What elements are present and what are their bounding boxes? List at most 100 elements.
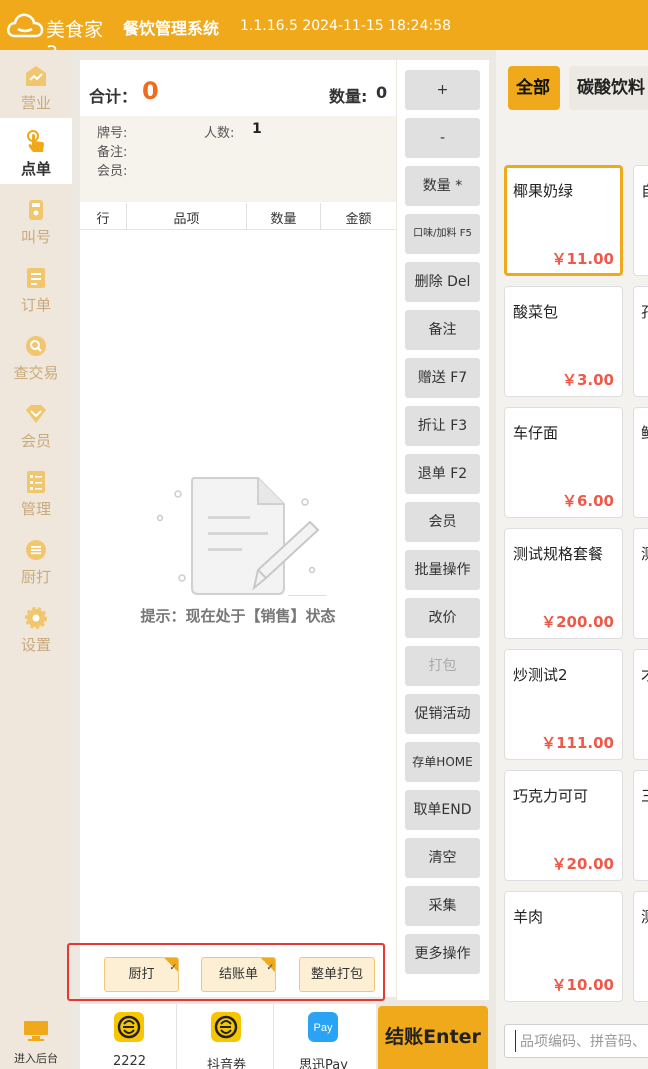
product-name: 鲜	[641, 422, 648, 443]
clear-button[interactable]: 清空	[405, 838, 480, 878]
payment-label: 2222	[112, 1054, 147, 1069]
product-search-input[interactable]	[515, 1030, 648, 1052]
payment-method-2222[interactable]: 2222	[82, 1004, 177, 1069]
sidebar-item-order[interactable]: 点单	[0, 118, 72, 184]
note-button[interactable]: 备注	[405, 310, 480, 350]
product-price: ￥111.00	[541, 734, 614, 752]
product-card[interactable]: 酸菜包 ￥3.00	[504, 286, 623, 397]
product-name: 酸菜包	[513, 303, 559, 321]
kitchen-print-icon	[26, 540, 46, 560]
product-name: 测试规格套餐	[513, 545, 604, 563]
product-price: ￥3.00	[561, 371, 614, 389]
product-card-partial[interactable]: 三	[633, 770, 648, 881]
product-card-partial[interactable]: 才	[633, 649, 648, 760]
shop-icon	[26, 66, 46, 86]
svg-text:Pay: Pay	[314, 1022, 333, 1034]
product-card-partial[interactable]: 孖	[633, 286, 648, 397]
sidebar-item-label: 点单	[20, 160, 51, 178]
gift-button[interactable]: 赠送 F7	[405, 358, 480, 398]
flavor-addon-button[interactable]: 口味/加料 F5	[405, 214, 480, 254]
receipt-print-toggle[interactable]: 结账单 ✓	[201, 957, 276, 992]
product-name: 车仔面	[513, 424, 559, 442]
product-search-box	[504, 1024, 648, 1058]
column-header-item: 品项	[173, 212, 200, 227]
sidebar-item-label: 营业	[20, 94, 51, 112]
delete-button[interactable]: 删除 Del	[405, 262, 480, 302]
category-tab-carbonated-drinks[interactable]: 碳酸饮料	[569, 66, 648, 110]
e-coupon-icon	[211, 1012, 241, 1042]
product-name: 测	[641, 543, 648, 564]
cloud-logo-icon	[7, 13, 44, 38]
whole-order-pack-toggle[interactable]: 整单打包	[299, 957, 375, 992]
enter-backend-button[interactable]: 进入后台	[0, 1016, 72, 1066]
sidebar-item-settings[interactable]: 设置	[0, 594, 72, 660]
sidebar-item-business[interactable]: 营业	[0, 52, 72, 118]
kitchen-print-label: 厨打	[128, 967, 155, 982]
change-price-button[interactable]: 改价	[405, 598, 480, 638]
payment-method-sixun-pay[interactable]: Pay 思迅Pay	[276, 1004, 371, 1069]
sidebar-item-call-number[interactable]: 叫号	[0, 186, 72, 252]
product-card-partial[interactable]: 测	[633, 891, 648, 1002]
sidebar-item-kitchen-print[interactable]: 厨打	[0, 526, 72, 592]
product-name: 孖	[641, 301, 648, 322]
order-summary: 合计： 0 数量: 0	[80, 60, 396, 116]
batch-operation-button[interactable]: 批量操作	[405, 550, 480, 590]
member-label: 会员:	[97, 164, 128, 179]
sidebar-item-label: 叫号	[20, 228, 51, 246]
sidebar-item-label: 管理	[20, 500, 51, 518]
search-transaction-icon	[26, 336, 46, 356]
receipt-print-label: 结账单	[218, 967, 258, 982]
whole-order-pack-label: 整单打包	[310, 967, 363, 982]
quantity-button[interactable]: 数量 *	[405, 166, 480, 206]
column-header-row: 行	[96, 212, 110, 227]
member-button[interactable]: 会员	[405, 502, 480, 542]
order-info: 牌号: 人数: 1 备注: 会员:	[80, 116, 396, 202]
collect-button[interactable]: 采集	[405, 886, 480, 926]
people-value[interactable]: 1	[252, 121, 262, 137]
order-list-icon	[27, 268, 45, 288]
product-card-partial[interactable]: 自	[633, 165, 648, 276]
total-value: 0	[142, 77, 159, 105]
quantity-value: 0	[376, 83, 388, 102]
checkout-button[interactable]: 结账Enter	[378, 1006, 488, 1069]
kitchen-print-toggle[interactable]: 厨打 ✓	[104, 957, 179, 992]
product-name: 羊肉	[513, 908, 544, 926]
sidebar-item-orders[interactable]: 订单	[0, 254, 72, 320]
category-tab-all[interactable]: 全部	[508, 66, 560, 110]
sales-mode-hint: 提示：现在处于【销售】状态	[140, 607, 336, 625]
product-price: ￥11.00	[551, 250, 614, 268]
product-card[interactable]: 巧克力可可 ￥20.00	[504, 770, 623, 881]
gear-icon	[25, 607, 47, 629]
promotion-button[interactable]: 促销活动	[405, 694, 480, 734]
pack-button[interactable]: 打包	[405, 646, 480, 686]
product-card[interactable]: 车仔面 ￥6.00	[504, 407, 623, 518]
decrease-button[interactable]: -	[405, 118, 480, 158]
product-card-partial[interactable]: 测	[633, 528, 648, 639]
product-card[interactable]: 测试规格套餐 ￥200.00	[504, 528, 623, 639]
note-label: 备注:	[97, 145, 128, 160]
payment-method-douyin-coupon[interactable]: 抖音券	[179, 1004, 274, 1069]
top-bar: 美食家3 餐饮管理系统 1.1.16.5 2024-11-15 18:24:58	[0, 0, 648, 64]
product-card[interactable]: 椰果奶绿 ￥11.00	[504, 165, 623, 276]
product-card[interactable]: 羊肉 ￥10.00	[504, 891, 623, 1002]
sidebar-item-member[interactable]: 会员	[0, 390, 72, 456]
more-actions-button[interactable]: 更多操作	[405, 934, 480, 974]
product-name: 才	[641, 664, 648, 685]
column-header-amount: 金额	[345, 212, 372, 227]
diamond-icon	[26, 405, 46, 423]
sidebar-item-manage[interactable]: 管理	[0, 458, 72, 524]
product-card[interactable]: 炒测试2 ￥111.00	[504, 649, 623, 760]
save-order-button[interactable]: 存单HOME	[405, 742, 480, 782]
increase-button[interactable]: +	[405, 70, 480, 110]
sidebar-item-transactions[interactable]: 查交易	[0, 322, 72, 388]
column-header-quantity: 数量	[270, 212, 297, 227]
table-number-label: 牌号:	[97, 126, 128, 141]
product-price: ￥6.00	[561, 492, 614, 510]
quantity-label: 数量:	[329, 87, 368, 106]
refund-button[interactable]: 退单 F2	[405, 454, 480, 494]
discount-button[interactable]: 折让 F3	[405, 406, 480, 446]
retrieve-order-button[interactable]: 取单END	[405, 790, 480, 830]
app-title: 餐饮管理系统	[123, 19, 220, 38]
checklist-icon	[27, 471, 45, 493]
product-card-partial[interactable]: 鲜	[633, 407, 648, 518]
